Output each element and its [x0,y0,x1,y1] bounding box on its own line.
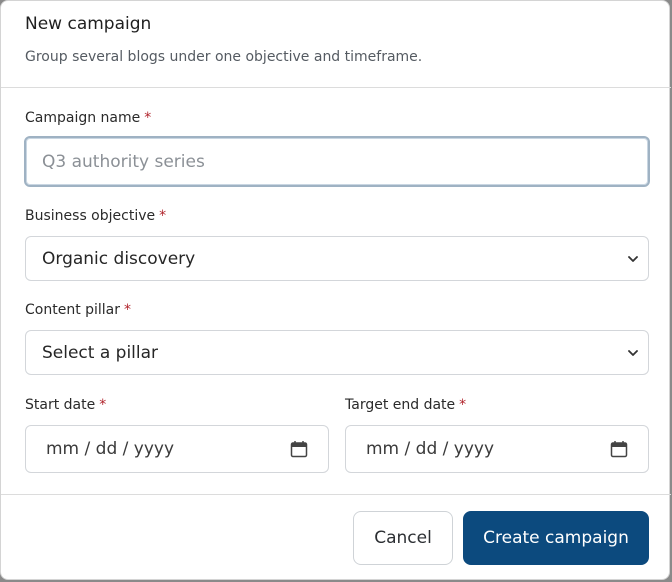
business-objective-select[interactable]: Organic discovery [25,236,649,281]
campaign-name-label: Campaign name * [25,110,151,126]
campaign-name-placeholder: Q3 authority series [42,151,205,172]
content-pillar-value: Select a pillar [42,342,159,363]
new-campaign-dialog: New campaign Group several blogs under o… [0,0,671,580]
start-date-input[interactable]: mm / dd / yyyy [25,425,329,473]
start-date-label: Start date * [25,397,106,413]
content-pillar-label: Content pillar * [25,302,131,318]
target-end-date-placeholder: mm / dd / yyyy [366,439,495,459]
required-marker: * [124,302,132,318]
footer-divider [1,494,671,495]
chevron-down-icon [628,255,638,262]
create-campaign-button[interactable]: Create campaign [463,511,649,565]
required-marker: * [99,397,107,413]
campaign-name-label-text: Campaign name [25,110,141,126]
business-objective-label-text: Business objective [25,208,156,224]
required-marker: * [159,208,167,224]
target-end-date-label-text: Target end date [345,397,456,413]
required-marker: * [459,397,467,413]
target-end-date-input[interactable]: mm / dd / yyyy [345,425,649,473]
business-objective-value: Organic discovery [42,248,196,269]
calendar-icon[interactable] [610,440,628,458]
target-end-date-label: Target end date * [345,397,466,413]
chevron-down-icon [628,349,638,356]
campaign-name-input[interactable]: Q3 authority series [24,136,650,187]
dialog-subtitle: Group several blogs under one objective … [25,49,423,65]
cancel-button[interactable]: Cancel [353,511,453,565]
dialog-title: New campaign [25,14,152,34]
start-date-label-text: Start date [25,397,96,413]
content-pillar-select[interactable]: Select a pillar [25,330,649,375]
required-marker: * [144,110,152,126]
start-date-placeholder: mm / dd / yyyy [46,439,175,459]
calendar-icon[interactable] [290,440,308,458]
header-divider [1,87,671,88]
content-pillar-label-text: Content pillar [25,302,121,318]
business-objective-label: Business objective * [25,208,166,224]
